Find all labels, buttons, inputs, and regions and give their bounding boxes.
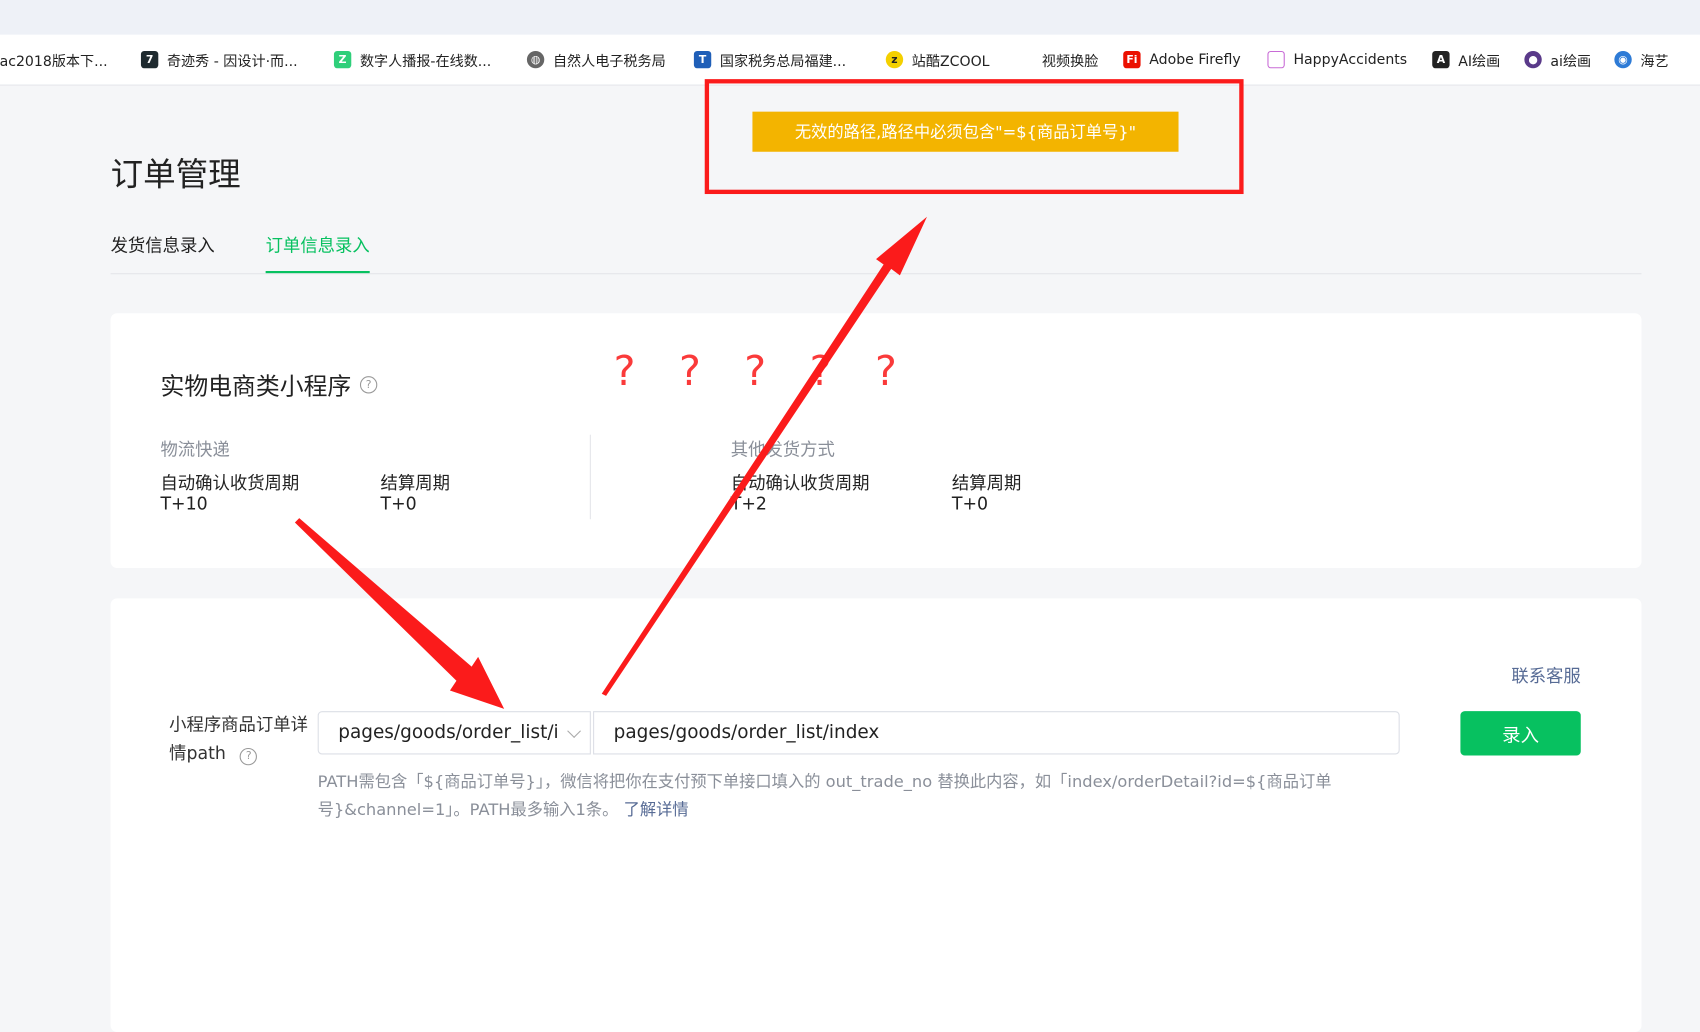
bookmark-item[interactable]: 视频换脸 bbox=[1015, 48, 1099, 72]
zcool-icon: z bbox=[885, 50, 904, 69]
browser-title-bar bbox=[0, 0, 1700, 35]
tab-bar: 发货信息录入 订单信息录入 bbox=[110, 232, 1642, 275]
firefly-icon: Fi bbox=[1123, 50, 1141, 69]
settlement-label: 结算周期 bbox=[951, 472, 1022, 494]
bookmark-label: HappyAccidents bbox=[1293, 51, 1408, 68]
page-title: 订单管理 bbox=[110, 156, 241, 195]
section-title: 实物电商类小程序 ? bbox=[160, 367, 378, 402]
bookmark-item[interactable]: ● ai绘画 bbox=[1524, 48, 1591, 72]
path-select[interactable]: pages/goods/order_list/i bbox=[317, 711, 591, 755]
auto-confirm-label: 自动确认收货周期 bbox=[730, 472, 870, 494]
submit-button[interactable]: 录入 bbox=[1460, 711, 1581, 756]
annotation-box bbox=[704, 79, 1244, 195]
contact-support-link[interactable]: 联系客服 bbox=[1511, 661, 1580, 687]
settlement-value: T+0 bbox=[380, 493, 417, 514]
group-label-logistics: 物流快递 bbox=[160, 439, 230, 460]
happyaccidents-icon bbox=[1267, 50, 1285, 69]
path-select-value: pages/goods/order_list/i bbox=[338, 721, 559, 744]
bookmark-item[interactable]: Fi Adobe Firefly bbox=[1123, 48, 1241, 72]
path-hint-text: PATH需包含「${商品订单号}」，微信将把你在支付预下单接口填入的 out_t… bbox=[317, 771, 1332, 820]
auto-confirm-value: T+10 bbox=[160, 493, 208, 514]
qijixiu-icon: 7 bbox=[140, 50, 159, 69]
bookmark-item[interactable]: z 站酷ZCOOL bbox=[885, 48, 990, 72]
bookmark-label: 国家税务总局福建... bbox=[719, 53, 847, 70]
help-icon[interactable]: ? bbox=[359, 376, 378, 394]
path-hint: PATH需包含「${商品订单号}」，微信将把你在支付预下单接口填入的 out_t… bbox=[318, 767, 1402, 823]
learn-more-link[interactable]: 了解详情 bbox=[624, 800, 689, 820]
chevron-down-icon bbox=[567, 724, 581, 739]
settlement-value: T+0 bbox=[951, 493, 989, 514]
bookmark-label: 奇迹秀 - 因设计·而... bbox=[166, 53, 298, 70]
bookmarks-bar: lac2018版本下... 7 奇迹秀 - 因设计·而... Z 数字人播报-在… bbox=[0, 34, 1700, 86]
group-divider bbox=[589, 434, 591, 520]
digital-human-icon: Z bbox=[333, 50, 352, 69]
bookmark-item[interactable]: HappyAccidents bbox=[1267, 48, 1407, 72]
tab-order-info[interactable]: 订单信息录入 bbox=[265, 232, 370, 274]
bookmark-label: 海艺 bbox=[1640, 53, 1669, 70]
bookmark-item[interactable]: 7 奇迹秀 - 因设计·而... bbox=[140, 48, 298, 72]
path-input[interactable]: pages/goods/order_list/index bbox=[593, 711, 1400, 755]
section-title-text: 实物电商类小程序 bbox=[160, 373, 352, 402]
auto-confirm-value: T+2 bbox=[730, 493, 767, 514]
help-icon[interactable]: ? bbox=[240, 747, 258, 766]
bookmark-item[interactable]: ◉ 海艺 bbox=[1614, 48, 1669, 72]
video-icon bbox=[1015, 50, 1034, 69]
group-label-other: 其他发货方式 bbox=[730, 439, 835, 460]
bookmark-label: 自然人电子税务局 bbox=[552, 53, 666, 70]
bookmark-label: ai绘画 bbox=[1550, 53, 1592, 70]
question-marks-annotation: ? ? ? ? ? bbox=[613, 346, 912, 395]
globe-icon: ◍ bbox=[526, 50, 545, 69]
bookmark-label: Adobe Firefly bbox=[1149, 51, 1241, 68]
bookmark-item[interactable]: lac2018版本下... bbox=[0, 48, 108, 72]
bookmark-label: 视频换脸 bbox=[1041, 53, 1099, 70]
path-form-card: 联系客服 小程序商品订单详情path ? pages/goods/order_l… bbox=[110, 598, 1642, 1032]
bookmark-item[interactable]: T 国家税务总局福建... bbox=[693, 48, 847, 72]
tax-icon: T bbox=[693, 50, 712, 69]
bookmark-label: 数字人播报-在线数... bbox=[359, 53, 492, 70]
bookmark-item[interactable]: ◍ 自然人电子税务局 bbox=[526, 48, 666, 72]
bookmark-item[interactable]: Z 数字人播报-在线数... bbox=[333, 48, 492, 72]
bookmark-item[interactable]: A AI绘画 bbox=[1432, 48, 1500, 72]
bookmark-label: AI绘画 bbox=[1458, 53, 1501, 70]
settlement-label: 结算周期 bbox=[380, 472, 450, 494]
auto-confirm-label: 自动确认收货周期 bbox=[160, 472, 300, 494]
path-field-label: 小程序商品订单详情path ? bbox=[169, 711, 310, 767]
tab-shipping-info[interactable]: 发货信息录入 bbox=[111, 232, 215, 273]
path-field-label-text: 小程序商品订单详情path bbox=[169, 714, 308, 764]
bookmark-label: lac2018版本下... bbox=[0, 53, 108, 70]
haiyi-icon: ◉ bbox=[1614, 50, 1632, 69]
bookmark-label: 站酷ZCOOL bbox=[911, 53, 990, 70]
ai-paint-icon: A bbox=[1432, 50, 1450, 69]
ai-paint2-icon: ● bbox=[1524, 50, 1542, 69]
